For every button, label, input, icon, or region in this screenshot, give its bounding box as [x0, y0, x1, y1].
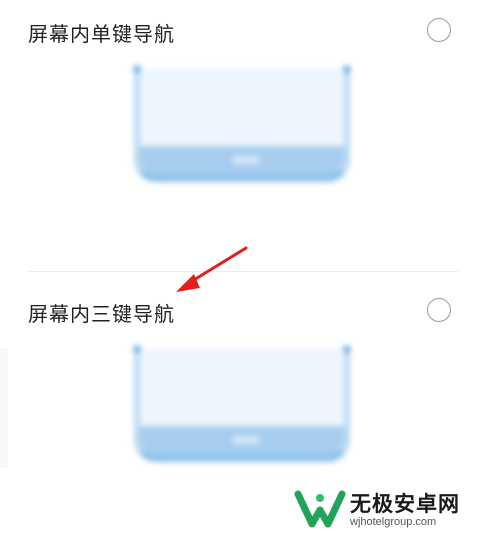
corner-marker — [344, 346, 350, 352]
nav-pill-illustration — [232, 436, 260, 444]
phone-frame-illustration — [134, 66, 350, 182]
navigation-settings-page: 屏幕内单键导航 屏幕内三键导航 无极安卓网 wjhotelgroup.com — [0, 0, 480, 537]
left-edge-strip — [0, 348, 8, 468]
corner-marker — [134, 66, 140, 72]
radio-three-key-nav[interactable] — [427, 298, 451, 322]
red-arrow-annotation-icon — [176, 246, 248, 292]
corner-marker — [344, 66, 350, 72]
navbar-illustration — [140, 426, 344, 454]
watermark-title: 无极安卓网 — [350, 492, 460, 516]
corner-marker — [134, 346, 140, 352]
three-key-nav-preview-image[interactable] — [128, 346, 356, 466]
option-label-single-key: 屏幕内单键导航 — [28, 22, 175, 46]
option-three-key-nav[interactable]: 屏幕内三键导航 — [0, 272, 480, 472]
watermark-url: wjhotelgroup.com — [350, 516, 437, 528]
option-label-three-key: 屏幕内三键导航 — [28, 302, 175, 326]
watermark: 无极安卓网 wjhotelgroup.com — [292, 484, 472, 532]
nav-pill-illustration — [232, 156, 260, 164]
radio-single-key-nav[interactable] — [427, 18, 451, 42]
phone-frame-illustration — [134, 346, 350, 462]
navbar-illustration — [140, 146, 344, 174]
single-key-nav-preview-image[interactable] — [128, 66, 356, 186]
watermark-logo-icon — [294, 490, 346, 528]
option-single-key-nav[interactable]: 屏幕内单键导航 — [0, 0, 480, 270]
